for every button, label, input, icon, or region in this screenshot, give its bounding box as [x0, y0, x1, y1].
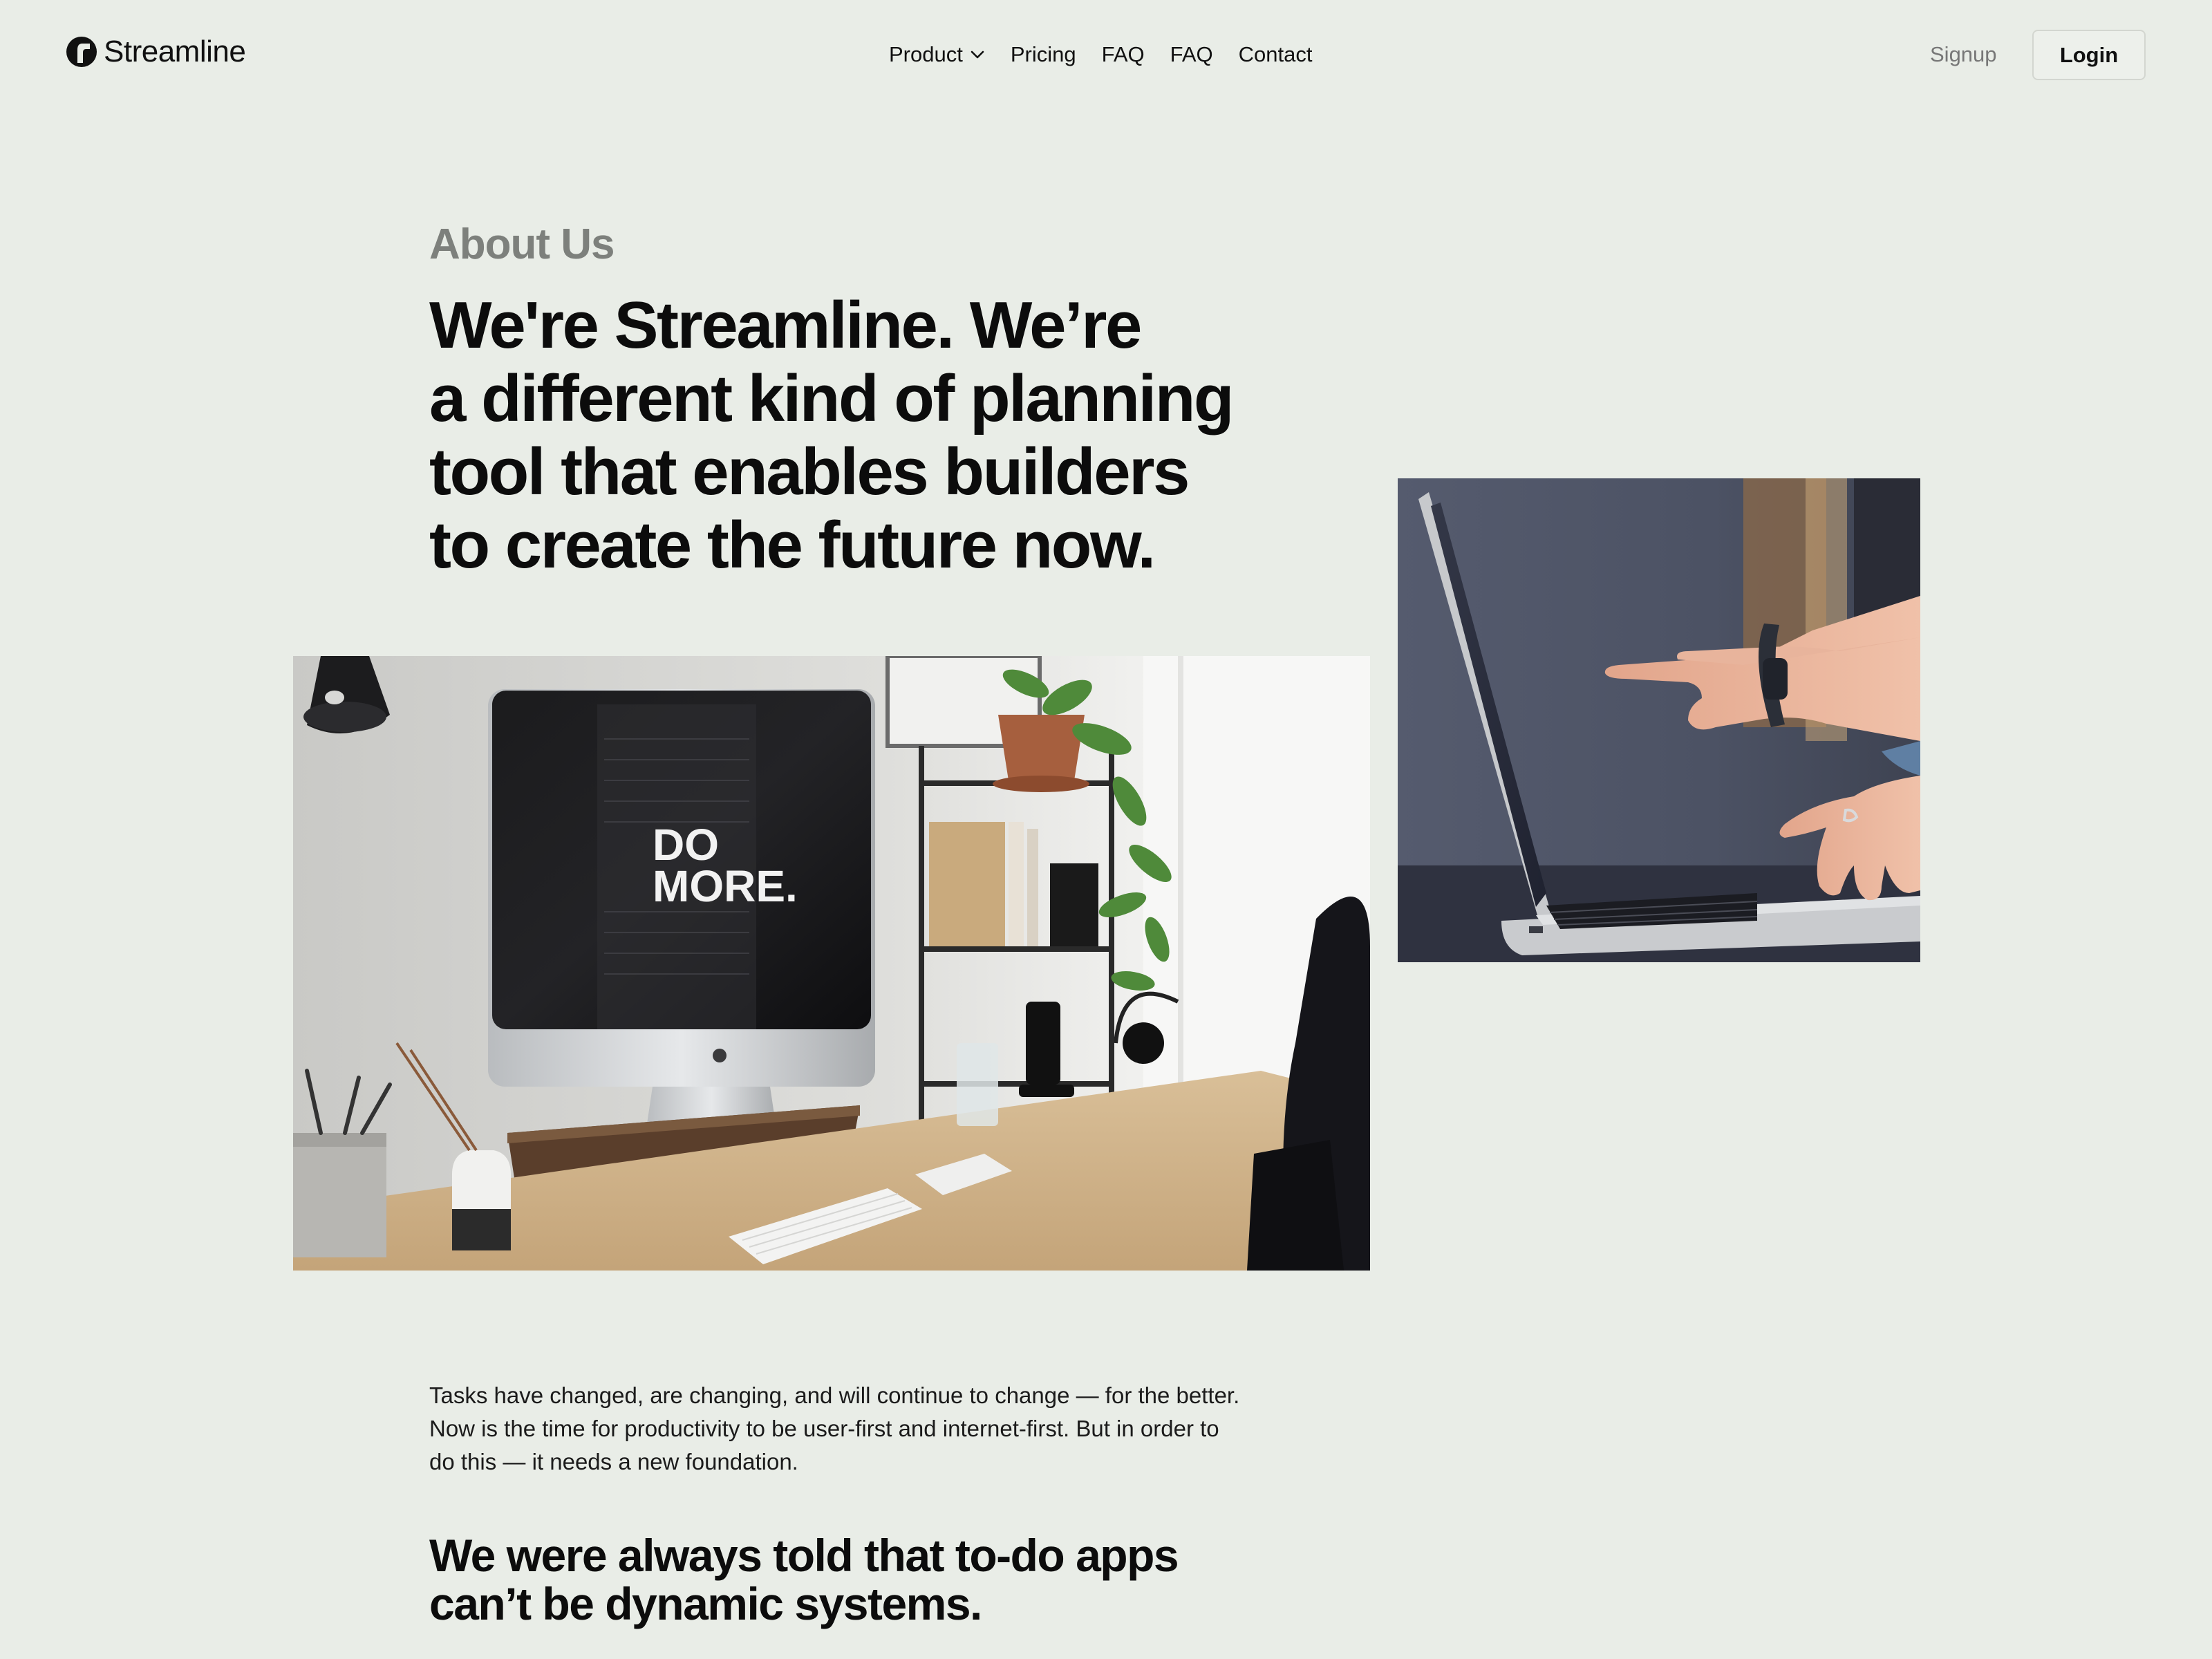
nav-item-contact[interactable]: Contact: [1239, 42, 1313, 67]
brand-name: Streamline: [104, 35, 246, 68]
intro-paragraph: Tasks have changed, are changing, and wi…: [429, 1382, 1240, 1474]
subheading-line: can’t be dynamic systems.: [429, 1578, 982, 1629]
nav-item-pricing[interactable]: Pricing: [1011, 42, 1076, 67]
nav-item-faq[interactable]: FAQ: [1102, 42, 1145, 67]
headline-line: a different kind of planning: [429, 362, 1234, 435]
desk-workspace-photo: DO MORE.: [293, 656, 1370, 1271]
brand-logo[interactable]: Streamline: [65, 35, 246, 69]
nav-item-product[interactable]: Product: [889, 42, 985, 67]
signup-link[interactable]: Signup: [1930, 40, 1997, 69]
screen-text-more: MORE.: [653, 861, 798, 911]
section-eyebrow: About Us: [429, 221, 615, 268]
login-button[interactable]: Login: [2032, 30, 2146, 80]
about-page: Streamline Product Pricing FAQ FAQ Conta…: [0, 0, 2212, 1659]
section-subheading: We were always told that to-do apps can’…: [429, 1531, 1259, 1628]
main-nav: Product Pricing FAQ FAQ Contact: [889, 40, 1312, 69]
page-headline: We're Streamline. We’re a different kind…: [429, 289, 1259, 582]
nav-item-label: Product: [889, 42, 963, 66]
headline-line: to create the future now.: [429, 508, 1156, 582]
laptop-collaboration-photo: [1398, 478, 1920, 962]
nav-item-faq-2[interactable]: FAQ: [1170, 42, 1213, 67]
headline-line: tool that enables builders: [429, 435, 1190, 509]
streamline-logo-icon: [66, 37, 97, 67]
subheading-line: We were always told that to-do apps: [429, 1530, 1179, 1581]
chevron-down-icon: [971, 50, 984, 59]
headline-line: We're Streamline. We’re: [429, 288, 1142, 362]
